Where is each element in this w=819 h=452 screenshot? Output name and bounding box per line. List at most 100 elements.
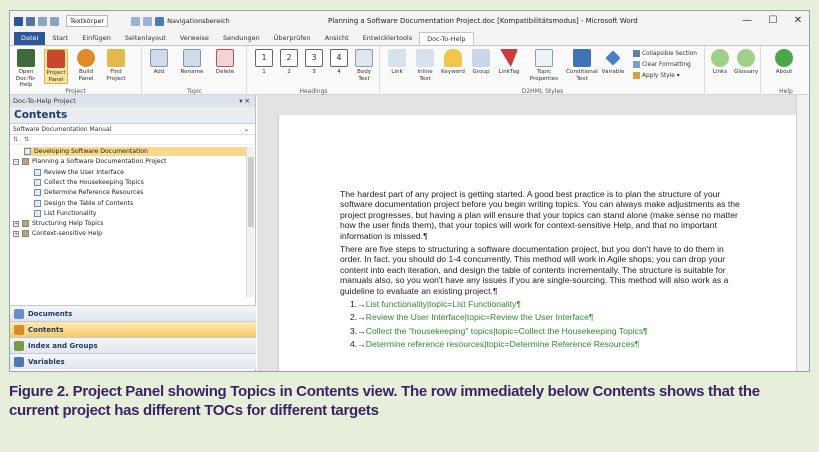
keyword-button[interactable]: Keyword [441, 49, 465, 76]
list-item[interactable]: 1.→List functionality|topic=List Functio… [350, 299, 744, 309]
headings-group-label: Headings [299, 88, 328, 95]
chevron-down-icon[interactable]: ⌄ [244, 124, 249, 135]
tab-seitenlayout[interactable]: Seitenlayout [118, 32, 173, 45]
tree-item-label: Context-sensitive Help [32, 230, 103, 238]
tab-ansicht[interactable]: Ansicht [318, 32, 356, 45]
heading-1-icon: 1 [255, 49, 273, 67]
topic-link[interactable]: Review the User Interface|topic=Review t… [366, 312, 594, 322]
nav-button-documents[interactable]: Documents [10, 305, 256, 321]
nav-button-variables[interactable]: Variables [10, 353, 256, 369]
nav-button-contents[interactable]: Contents [10, 321, 256, 337]
list-item[interactable]: 3.→Collect the "housekeeping" topics|top… [350, 326, 744, 336]
list-item[interactable]: 2.→Review the User Interface|topic=Revie… [350, 312, 744, 322]
expand-all-icon[interactable]: ⇅ [13, 136, 18, 143]
linktag-button[interactable]: LinkTag [497, 49, 521, 76]
list-item[interactable]: 4.→Determine reference resources|topic=D… [350, 339, 744, 349]
body-text-button[interactable]: Body Text [352, 49, 376, 82]
collapsible-section-button[interactable]: Collapsible Section [633, 50, 697, 57]
build-icon [77, 49, 95, 67]
nav-button-index-and-groups[interactable]: Index and Groups [10, 337, 256, 353]
topic-properties-button[interactable]: Topic Properties [529, 49, 559, 82]
undo-icon[interactable] [38, 16, 47, 26]
keyword-icon [444, 49, 462, 67]
delete-topic-button[interactable]: Delete [213, 49, 237, 76]
tree-item-label: Review the User Interface [44, 168, 124, 176]
window-title: Planning a Software Documentation Projec… [328, 17, 638, 25]
clear-formatting-button[interactable]: Clear Formatting [633, 61, 691, 68]
panel-close-icon[interactable]: ▾ ✕ [239, 95, 250, 107]
tab--berpr-fen[interactable]: Überprüfen [267, 32, 318, 45]
tree-item[interactable]: Review the User Interface [34, 168, 124, 177]
expand-icon[interactable]: + [13, 230, 19, 237]
topic-group: Add Rename Delete Topic [143, 46, 247, 96]
glossary-button[interactable]: Glossary [734, 49, 758, 76]
tab-sendungen[interactable]: Sendungen [216, 32, 267, 45]
heading-2-button[interactable]: 22 [277, 49, 301, 76]
tab-datei[interactable]: Datei [14, 32, 46, 45]
tab-doc-to-help[interactable]: Doc-To-Help [419, 32, 474, 45]
toolbar-icon[interactable] [143, 16, 153, 26]
project-panel-button[interactable]: Project Panel [44, 49, 68, 84]
add-topic-button[interactable]: Add [147, 49, 171, 76]
link-button[interactable]: Link [385, 49, 409, 76]
tree-item[interactable]: Design the Table of Contents [34, 199, 133, 208]
tree-toolbar: ⇅ ⇅ [10, 135, 255, 145]
collapse-all-icon[interactable]: ⇅ [24, 136, 29, 143]
tree-scrollbar[interactable] [246, 147, 254, 297]
find-project-button[interactable]: Find Project [104, 49, 128, 82]
tab-verweise[interactable]: Verweise [173, 32, 216, 45]
conditional-text-button[interactable]: Conditional Text [565, 49, 599, 82]
group-button[interactable]: Group [469, 49, 493, 76]
tree-item[interactable]: + Structuring Help Topics [13, 219, 104, 228]
tree-item[interactable]: + Context-sensitive Help [13, 229, 102, 238]
tab-entwicklertools[interactable]: Entwicklertools [356, 32, 419, 45]
links-button[interactable]: Links [708, 49, 732, 76]
topic-link[interactable]: List functionality|topic=List Functional… [366, 299, 521, 309]
toolbar-icon[interactable] [155, 16, 165, 26]
tree-item[interactable]: Collect the Housekeeping Topics [34, 178, 144, 187]
apply-style-button[interactable]: Apply Style ▾ [633, 72, 680, 79]
tab-start[interactable]: Start [45, 32, 75, 45]
maximize-button[interactable]: ☐ [762, 13, 784, 29]
close-button[interactable]: ✕ [787, 13, 809, 29]
open-doc-to-help-button[interactable]: Open Doc-To-Help [14, 49, 38, 89]
glossary-icon [737, 49, 755, 67]
about-button[interactable]: About [772, 49, 796, 76]
heading-1-button[interactable]: 11 [252, 49, 276, 76]
add-icon [150, 49, 168, 67]
tree-item[interactable]: Developing Software Documentation [24, 147, 250, 156]
tree-item[interactable]: List Functionality [34, 209, 96, 218]
toc-target-select[interactable]: Software Documentation Manual ⌄ [10, 124, 255, 135]
save-icon[interactable] [26, 16, 35, 26]
topic-link[interactable]: Collect the "housekeeping" topics|topic=… [366, 326, 648, 336]
redo-icon[interactable] [50, 16, 59, 26]
nav-button-label: Variables [28, 357, 65, 366]
style-combo[interactable]: Textkörper [66, 15, 109, 27]
build-panel-button[interactable]: Build Panel [74, 49, 98, 82]
clear-formatting-icon [633, 61, 640, 68]
minimize-button[interactable]: — [736, 13, 758, 29]
document-body[interactable]: The hardest part of any project is getti… [340, 189, 744, 353]
tree-item[interactable]: − Planning a Software Documentation Proje… [13, 157, 166, 166]
document-scrollbar[interactable] [796, 95, 809, 371]
toolbar-icon[interactable] [131, 16, 141, 26]
variable-icon [605, 50, 621, 66]
rename-topic-button[interactable]: Rename [180, 49, 204, 76]
tab-einf-gen[interactable]: Einfügen [75, 32, 118, 45]
inline-text-button[interactable]: Inline Text [413, 49, 437, 82]
tree-item-label: Planning a Software Documentation Projec… [32, 158, 167, 166]
tree-item[interactable]: Determine Reference Resources [34, 188, 143, 197]
scrollbar-thumb[interactable] [248, 157, 254, 227]
toc-target-value: Software Documentation Manual [13, 126, 112, 133]
heading-4-button[interactable]: 44 [327, 49, 351, 76]
inline-text-icon [416, 49, 434, 67]
heading-3-button[interactable]: 33 [302, 49, 326, 76]
delete-icon [216, 49, 234, 67]
nav-pane-label[interactable]: Navigationsbereich [167, 17, 230, 25]
collapse-icon[interactable]: − [13, 158, 19, 165]
topic-link[interactable]: Determine reference resources|topic=Dete… [366, 339, 640, 349]
variable-button[interactable]: Variable [601, 49, 625, 76]
expand-icon[interactable]: + [13, 220, 19, 227]
group-icon [472, 49, 490, 67]
project-panel-icon [47, 50, 65, 68]
